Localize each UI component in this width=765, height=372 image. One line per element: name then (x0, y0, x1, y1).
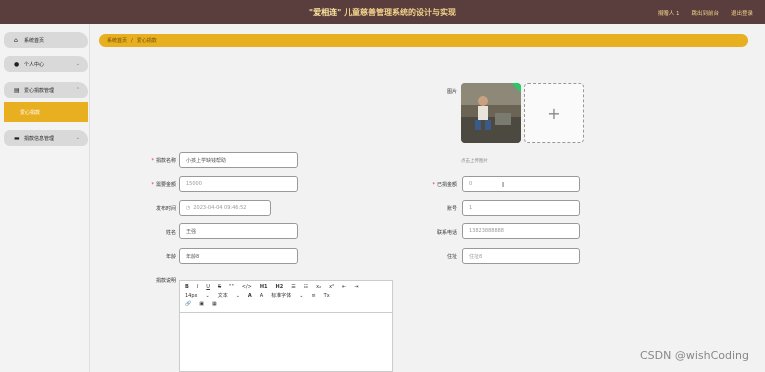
bullet-list-button[interactable]: ☷ (304, 284, 308, 290)
app-title-highlight: "爱相连" (308, 8, 342, 17)
chevron-down-icon: ⌄ (205, 292, 210, 299)
sidebar-subitem-donation[interactable]: 爱心捐款 (4, 102, 88, 122)
account-label: 账号 (446, 206, 457, 212)
ordered-list-button[interactable]: ☰ (291, 284, 295, 290)
photo-label: 图片 (446, 89, 457, 95)
app-title-text: 儿童慈善管理系统的设计与实现 (344, 8, 457, 17)
chevron-down-icon: ⌄ (299, 292, 304, 299)
publish-time-input[interactable]: ◷ 2023-04-04 09:46:52 (179, 200, 271, 216)
video-icon[interactable]: ▦ (212, 301, 217, 307)
person-name-input[interactable]: 王强 (179, 223, 298, 239)
sidebar-item-label: 系统首页 (24, 37, 45, 44)
link-icon[interactable]: 🔗 (185, 301, 191, 307)
image-icon[interactable]: ▣ (199, 301, 204, 307)
description-label: 捐款说明 (155, 278, 176, 284)
sidebar: ⌂ 系统首页 ● 个人中心 ⌄ ▤ 爱心捐款管理 ⌃ 爱心捐款 ▬ 捐款信息管理… (0, 24, 90, 372)
donation-name-input[interactable]: 小孩上学缺钱帮助 (179, 152, 298, 168)
phone-label: 联系电话 (436, 230, 457, 236)
align-button[interactable]: ≡ (311, 293, 315, 299)
text-style-select[interactable]: 文本 (218, 292, 228, 299)
font-color-button[interactable]: A (248, 293, 252, 299)
breadcrumb: 系统首页 / 爱心捐款 (99, 34, 748, 47)
goto-frontend-link[interactable]: 跳出到前台 (691, 9, 719, 17)
raised-amount-label: * 已捐金额 (432, 182, 457, 188)
user-icon: ● (14, 60, 20, 68)
font-size-select[interactable]: 14px (185, 293, 198, 299)
subscript-button[interactable]: x₂ (316, 284, 321, 290)
address-input[interactable]: 住址8 (462, 248, 580, 264)
quote-button[interactable]: "" (229, 284, 234, 290)
breadcrumb-separator: / (131, 37, 133, 44)
editor-toolbar-row-1: B I U S "" </> H1 H2 ☰ ☷ x₂ x² ⇤ ⇥ (185, 284, 387, 290)
address-label: 住址 (446, 254, 457, 260)
clear-format-button[interactable]: Tx (324, 293, 330, 299)
sidebar-subitem-label: 爱心捐款 (20, 109, 41, 116)
current-user-label: 捐赠人 1 (657, 11, 680, 17)
upload-hint: 点击上传图片 (461, 159, 488, 164)
raised-amount-input[interactable]: 0 (462, 176, 580, 192)
superscript-button[interactable]: x² (329, 284, 334, 290)
target-amount-label: * 需要金额 (151, 182, 176, 188)
outdent-button[interactable]: ⇤ (342, 284, 346, 290)
home-icon: ⌂ (14, 36, 18, 44)
publish-time-label: 发布时间 (155, 206, 176, 212)
strike-button[interactable]: S (218, 284, 221, 290)
app-title: "爱相连" 儿童慈善管理系统的设计与实现 (0, 7, 765, 18)
indent-button[interactable]: ⇥ (354, 284, 358, 290)
sidebar-item-donation-management[interactable]: ▤ 爱心捐款管理 ⌃ (4, 82, 88, 98)
description-editor[interactable]: B I U S "" </> H1 H2 ☰ ☷ x₂ x² ⇤ ⇥ 14px … (179, 280, 393, 372)
chevron-down-icon: ⌄ (75, 61, 80, 67)
editor-toolbar-row-3: 🔗 ▣ ▦ (185, 301, 387, 307)
phone-input[interactable]: 13823888888 (462, 223, 580, 239)
age-label: 年龄 (165, 254, 176, 260)
h2-button[interactable]: H2 (276, 284, 284, 290)
plus-icon: + (547, 103, 561, 123)
sidebar-item-personal-center[interactable]: ● 个人中心 ⌄ (4, 56, 88, 72)
code-button[interactable]: </> (242, 284, 252, 290)
chevron-down-icon: ⌄ (235, 292, 240, 299)
font-family-select[interactable]: 标准字体 (271, 292, 291, 299)
logout-link[interactable]: 退出登录 (731, 9, 753, 17)
underline-button[interactable]: U (206, 284, 210, 290)
text-cursor-icon: I (502, 181, 505, 189)
header-links: 捐赠人 1 跳出到前台 退出登录 (658, 9, 753, 17)
upload-photo-button[interactable]: + (524, 83, 584, 143)
editor-toolbar: B I U S "" </> H1 H2 ☰ ☷ x₂ x² ⇤ ⇥ 14px … (180, 281, 392, 313)
top-header: "爱相连" 儿童慈善管理系统的设计与实现 捐赠人 1 跳出到前台 退出登录 (0, 0, 765, 24)
italic-button[interactable]: I (197, 284, 198, 290)
donation-name-label: * 捐款名称 (151, 158, 176, 164)
background-color-button[interactable]: A (260, 293, 263, 299)
sidebar-item-label: 捐款信息管理 (24, 135, 55, 142)
chevron-down-icon: ⌄ (75, 135, 80, 141)
watermark: CSDN @wishCoding (639, 349, 749, 362)
sidebar-item-home[interactable]: ⌂ 系统首页 (4, 32, 88, 48)
account-input[interactable]: 1 (462, 200, 580, 216)
target-amount-input[interactable]: 15000 (179, 176, 298, 192)
breadcrumb-home[interactable]: 系统首页 (107, 37, 127, 44)
age-input[interactable]: 年龄8 (179, 248, 298, 264)
sidebar-item-label: 个人中心 (24, 61, 45, 68)
clock-icon: ◷ (186, 205, 191, 211)
bold-button[interactable]: B (185, 284, 189, 290)
sidebar-item-label: 爱心捐款管理 (24, 87, 55, 94)
document-icon: ▬ (14, 134, 20, 142)
person-name-label: 姓名 (165, 230, 176, 236)
chevron-up-icon: ⌃ (75, 87, 80, 93)
donation-icon: ▤ (14, 86, 20, 94)
breadcrumb-current: 爱心捐款 (136, 38, 157, 44)
editor-toolbar-row-2: 14px ⌄ 文本 ⌄ A A 标准字体 ⌄ ≡ Tx (185, 292, 387, 300)
donation-photo (461, 83, 521, 143)
publish-time-value: 2023-04-04 09:46:52 (193, 205, 247, 211)
sidebar-item-donation-info[interactable]: ▬ 捐款信息管理 ⌄ (4, 130, 88, 146)
h1-button[interactable]: H1 (260, 284, 268, 290)
